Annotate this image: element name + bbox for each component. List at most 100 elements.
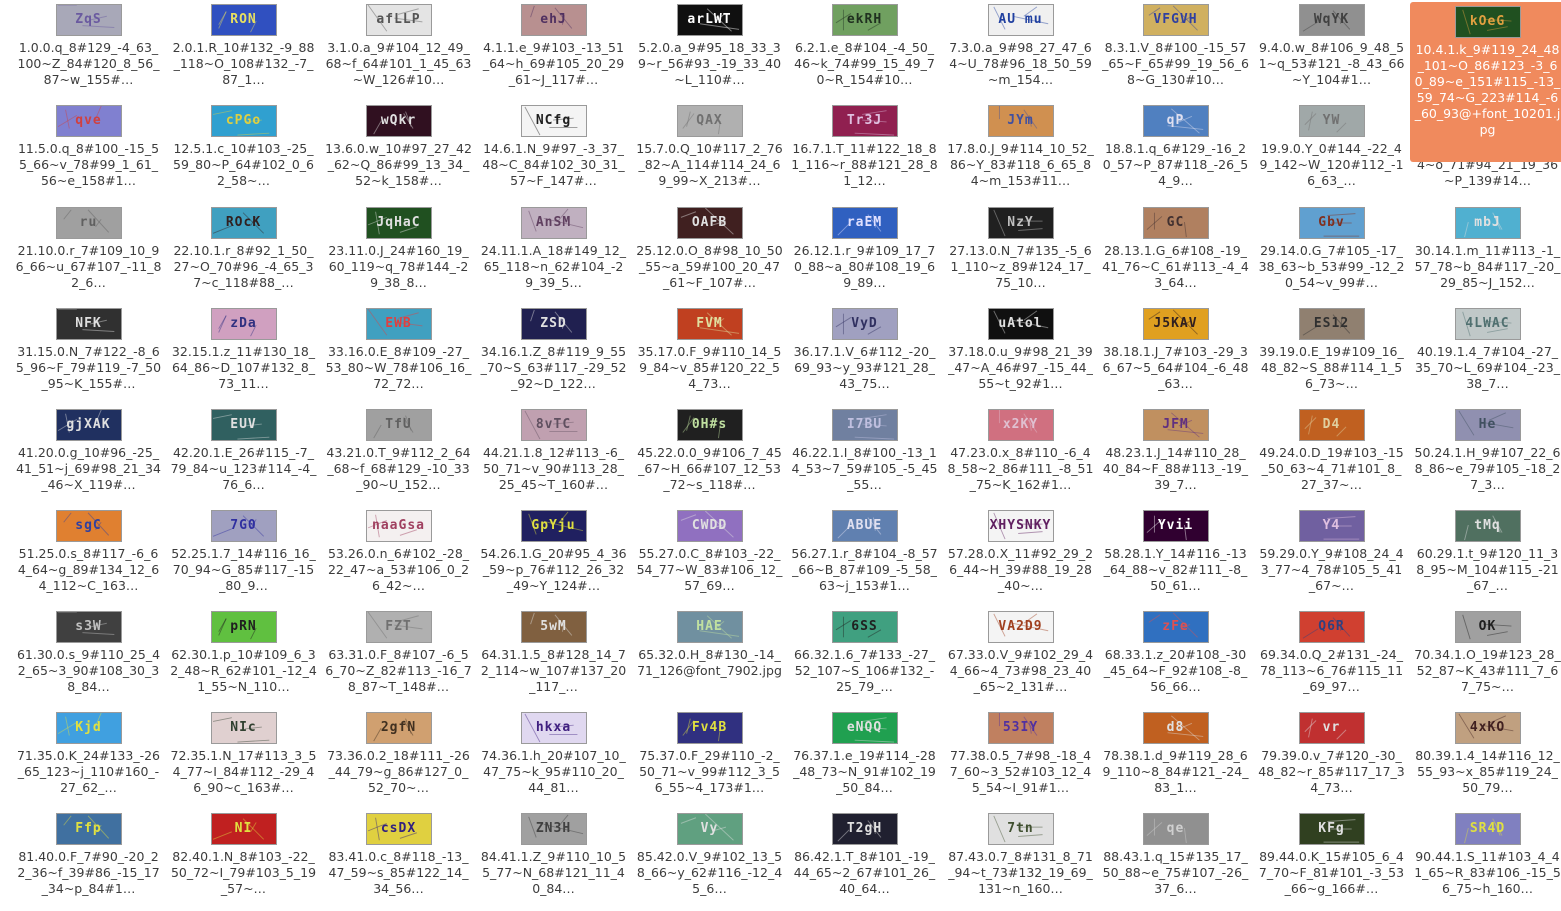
captcha-thumbnail[interactable]: Yvii xyxy=(1142,510,1209,542)
captcha-thumbnail[interactable]: JqHaC xyxy=(365,207,432,239)
captcha-thumbnail[interactable]: NFK xyxy=(55,308,122,340)
captcha-thumbnail[interactable]: Y4 xyxy=(1298,510,1365,542)
captcha-thumbnail[interactable]: EWB xyxy=(365,308,432,340)
captcha-thumbnail[interactable]: He xyxy=(1454,409,1521,441)
file-item[interactable]: zDa 32.15.1.z_11#130_18_64_86~D_107#132_8… xyxy=(166,304,321,405)
captcha-thumbnail[interactable]: ru xyxy=(55,207,122,239)
file-item[interactable]: hkxa 74.36.1.h_20#107_10_47_75~k_95#110_2… xyxy=(476,708,631,809)
captcha-thumbnail[interactable]: XHYSNKY xyxy=(987,510,1054,542)
captcha-thumbnail[interactable]: wQkr xyxy=(365,105,432,137)
captcha-thumbnail[interactable]: ZN3H xyxy=(520,813,587,845)
file-item[interactable]: VFGVH 8.3.1.V_8#100_-15_57_65~F_65#99_19_… xyxy=(1098,0,1253,101)
captcha-thumbnail[interactable]: AU mu xyxy=(987,4,1054,36)
file-item[interactable]: eNQQ 76.37.1.e_19#114_-28_48_73~N_91#102_… xyxy=(787,708,942,809)
file-item[interactable]: GC 28.13.1.G_6#108_-19_41_76~C_61#113_-4_… xyxy=(1098,203,1253,304)
file-item[interactable]: sgC 51.25.0.s_8#117_-6_64_64~g_89#134_12_… xyxy=(11,506,166,607)
file-item[interactable]: 53IY 77.38.0.5_7#98_-18_47_60~3_52#103_12… xyxy=(943,708,1098,809)
captcha-thumbnail[interactable]: EUV xyxy=(210,409,277,441)
file-item[interactable]: D4 49.24.0.D_19#103_-15_50_63~4_71#101_8_… xyxy=(1254,405,1409,506)
file-item[interactable]: mbJ 30.14.1.m_11#113_-1_57_78~b_84#117_-2… xyxy=(1410,203,1561,304)
captcha-thumbnail[interactable]: VFGVH xyxy=(1142,4,1209,36)
captcha-thumbnail[interactable]: vr xyxy=(1298,712,1365,744)
file-item[interactable]: AnSM 24.11.1.A_18#149_12_65_118~n_62#104_… xyxy=(476,203,631,304)
captcha-thumbnail[interactable]: naaGsa xyxy=(365,510,432,542)
file-item[interactable]: tMq 60.29.1.t_9#120_11_38_95~M_104#115_-2… xyxy=(1410,506,1561,607)
file-item[interactable]: 5wM 64.31.1.5_8#128_14_72_114~w_107#137_2… xyxy=(476,607,631,708)
captcha-thumbnail[interactable]: gjXAK xyxy=(55,409,122,441)
captcha-thumbnail[interactable]: VA2D9 xyxy=(987,611,1054,643)
file-item[interactable]: x2KY 47.23.0.x_8#110_-6_48_58~2_86#111_-8… xyxy=(943,405,1098,506)
file-item[interactable]: ZSD 34.16.1.Z_8#119_9_55_70~S_63#117_-29_… xyxy=(476,304,631,405)
captcha-thumbnail[interactable]: YW xyxy=(1298,105,1365,137)
captcha-thumbnail[interactable]: WqYK xyxy=(1298,4,1365,36)
captcha-thumbnail[interactable]: 2gfN xyxy=(365,712,432,744)
captcha-thumbnail[interactable]: d8 xyxy=(1142,712,1209,744)
captcha-thumbnail[interactable]: CWDD xyxy=(676,510,743,542)
file-item[interactable]: JYm 17.8.0.J_9#114_10_52_86~Y_83#118_6_65… xyxy=(943,101,1098,202)
captcha-thumbnail[interactable]: ZqS xyxy=(55,4,122,36)
file-item[interactable]: pRN 62.30.1.p_10#109_6_32_48~R_62#101_-12… xyxy=(166,607,321,708)
captcha-thumbnail[interactable]: T2gH xyxy=(831,813,898,845)
captcha-thumbnail[interactable]: Fv4B xyxy=(676,712,743,744)
captcha-thumbnail[interactable]: J5KAV xyxy=(1142,308,1209,340)
file-item[interactable]: AU mu 7.3.0.a_9#98_27_47_64~U_78#96_18_50… xyxy=(943,0,1098,101)
file-item[interactable]: J5KAV 38.18.1.J_7#103_-29_36_67~5_64#104_… xyxy=(1098,304,1253,405)
captcha-thumbnail[interactable]: 53IY xyxy=(987,712,1054,744)
file-item[interactable]: CWDD 55.27.0.C_8#103_-22_54_77~W_83#106_1… xyxy=(632,506,787,607)
file-item[interactable]: qve 11.5.0.q_8#100_-15_55_66~v_78#99_1_61… xyxy=(11,101,166,202)
captcha-thumbnail[interactable]: Tr3J xyxy=(831,105,898,137)
captcha-thumbnail[interactable]: zDa xyxy=(210,308,277,340)
file-item[interactable]: EWB 33.16.0.E_8#109_-27_53_80~W_78#106_16… xyxy=(321,304,476,405)
captcha-thumbnail[interactable]: JYm xyxy=(987,105,1054,137)
captcha-thumbnail[interactable]: 7G0 xyxy=(210,510,277,542)
captcha-thumbnail[interactable]: ZSD xyxy=(520,308,587,340)
file-item[interactable]: NCfg 14.6.1.N_9#97_-3_37_48~C_84#102_30_3… xyxy=(476,101,631,202)
file-item[interactable]: NFK 31.15.0.N_7#122_-8_65_96~F_79#119_-7_… xyxy=(11,304,166,405)
file-item[interactable]: YW 19.9.0.Y_0#144_-22_49_142~W_120#112_-1… xyxy=(1254,101,1409,202)
file-item[interactable]: Y4 59.29.0.Y_9#108_24_43_77~4_78#105_5_41… xyxy=(1254,506,1409,607)
file-item[interactable]: ZqS 1.0.0.q_8#129_-4_63_100~Z_84#120_8_56… xyxy=(11,0,166,101)
captcha-thumbnail[interactable]: QAX xyxy=(676,105,743,137)
file-item[interactable]: cPGo 12.5.1.c_10#103_-25_59_80~P_64#102_0… xyxy=(166,101,321,202)
file-item[interactable]: GpYju 54.26.1.G_20#95_4_36_59~p_76#112_26… xyxy=(476,506,631,607)
file-item[interactable]: afLLP 3.1.0.a_9#104_12_49_68~f_64#101_1_4… xyxy=(321,0,476,101)
captcha-thumbnail[interactable]: 4xKO xyxy=(1454,712,1521,744)
file-item[interactable]: zFe 68.33.1.z_20#108_-30_45_64~F_92#108_-… xyxy=(1098,607,1253,708)
file-item[interactable]: TfU 43.21.0.T_9#112_2_64_68~f_68#129_-10_… xyxy=(321,405,476,506)
file-item[interactable]: OAFB 25.12.0.O_8#98_10_50_55~a_59#100_20_… xyxy=(632,203,787,304)
captcha-thumbnail[interactable]: NCfg xyxy=(520,105,587,137)
file-item[interactable]: ROcK 22.10.1.r_8#92_1_50_27~O_70#96_-4_65… xyxy=(166,203,321,304)
captcha-thumbnail[interactable]: FVM xyxy=(676,308,743,340)
file-item[interactable]: 6SS 66.32.1.6_7#133_-27_52_107~S_106#132_… xyxy=(787,607,942,708)
file-item[interactable]: uAtol 37.18.0.u_9#98_21_39_47~A_46#97_-15… xyxy=(943,304,1098,405)
file-item[interactable]: KFg 89.44.0.K_15#105_6_47_70~F_81#101_-3_… xyxy=(1254,809,1409,910)
captcha-thumbnail[interactable]: csDX xyxy=(365,813,432,845)
file-item[interactable]: Fv4B 75.37.0.F_29#110_-2_50_71~v_99#112_3… xyxy=(632,708,787,809)
captcha-thumbnail[interactable]: hkxa xyxy=(520,712,587,744)
captcha-thumbnail[interactable]: TfU xyxy=(365,409,432,441)
file-item[interactable]: FVM 35.17.0.F_9#110_14_59_84~v_85#120_22_… xyxy=(632,304,787,405)
file-item[interactable]: kOeG 10.4.1.k_9#119_24_48_101~O_86#123_-3… xyxy=(1410,2,1561,162)
captcha-thumbnail[interactable]: Ffp xyxy=(55,813,122,845)
captcha-thumbnail[interactable]: ROcK xyxy=(210,207,277,239)
file-item[interactable]: ES12 39.19.0.E_19#109_16_48_82~S_88#114_1… xyxy=(1254,304,1409,405)
captcha-thumbnail[interactable]: ES12 xyxy=(1298,308,1365,340)
file-item[interactable]: NzY 27.13.0.N_7#135_-5_61_110~z_89#124_17… xyxy=(943,203,1098,304)
file-item[interactable]: FZT 63.31.0.F_8#107_-6_56_70~Z_82#113_-16… xyxy=(321,607,476,708)
file-item[interactable]: ZN3H 84.41.1.Z_9#110_10_55_77~N_68#121_11… xyxy=(476,809,631,910)
file-item[interactable]: He 50.24.1.H_9#107_22_68_86~e_79#105_-18_… xyxy=(1410,405,1561,506)
captcha-thumbnail[interactable]: OAFB xyxy=(676,207,743,239)
captcha-thumbnail[interactable]: qve xyxy=(55,105,122,137)
file-item[interactable]: 7G0 52.25.1.7_14#116_16_70_94~G_85#117_-1… xyxy=(166,506,321,607)
file-item[interactable]: d8 78.38.1.d_9#119_28_69_110~8_84#121_-24… xyxy=(1098,708,1253,809)
captcha-thumbnail[interactable]: uAtol xyxy=(987,308,1054,340)
captcha-thumbnail[interactable]: mbJ xyxy=(1454,207,1521,239)
file-item[interactable]: ehJ 4.1.1.e_9#103_-13_51_64~h_69#105_20_2… xyxy=(476,0,631,101)
captcha-thumbnail[interactable]: FZT xyxy=(365,611,432,643)
file-item[interactable]: ekRH 6.2.1.e_8#104_-4_50_46~k_74#99_15_49… xyxy=(787,0,942,101)
captcha-thumbnail[interactable]: Kjd xyxy=(55,712,122,744)
file-item[interactable]: s3W 61.30.0.s_9#110_25_42_65~3_90#108_30_… xyxy=(11,607,166,708)
captcha-thumbnail[interactable]: NzY xyxy=(987,207,1054,239)
file-item[interactable]: SR4D 90.44.1.S_11#103_4_41_65~R_83#106_-1… xyxy=(1410,809,1561,910)
file-item[interactable]: arLWT 5.2.0.a_9#95_18_33_39~r_56#93_-19_3… xyxy=(632,0,787,101)
